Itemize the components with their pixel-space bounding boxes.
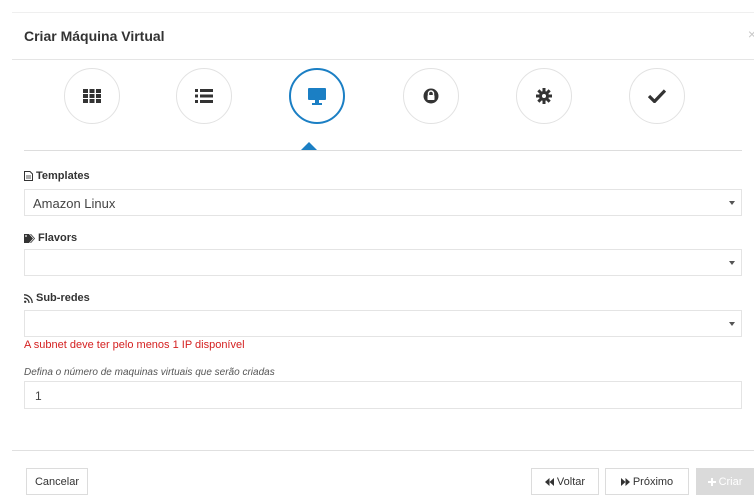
next-button[interactable]: Próximo xyxy=(605,468,689,495)
flavors-label-text: Flavors xyxy=(38,232,78,244)
chevron-down-icon xyxy=(729,261,735,265)
backward-icon xyxy=(544,477,554,486)
next-button-label: Próximo xyxy=(632,475,674,488)
subnets-select[interactable] xyxy=(24,310,742,337)
cancel-button[interactable]: Cancelar xyxy=(26,468,88,495)
monitor-icon xyxy=(308,88,326,105)
step-grid[interactable] xyxy=(64,68,120,124)
chevron-down-icon xyxy=(729,201,735,205)
step-monitor[interactable] xyxy=(289,68,345,124)
modal-title: Criar Máquina Virtual xyxy=(24,28,165,44)
step-settings[interactable] xyxy=(516,68,572,124)
step-lock[interactable] xyxy=(403,68,459,124)
cancel-button-label: Cancelar xyxy=(34,475,80,488)
rss-icon xyxy=(24,293,33,303)
create-button[interactable]: Criar xyxy=(696,468,754,495)
tags-icon xyxy=(24,233,35,243)
active-step-pointer xyxy=(301,142,317,150)
subnets-label: Sub-redes xyxy=(24,292,90,304)
step-confirm[interactable] xyxy=(629,68,685,124)
close-icon[interactable]: × xyxy=(748,26,754,42)
list-icon xyxy=(195,89,213,103)
gear-icon xyxy=(536,88,552,104)
grid-icon xyxy=(83,89,101,103)
subnets-error-message: A subnet deve ter pelo menos 1 IP dispon… xyxy=(24,339,245,351)
chevron-down-icon xyxy=(729,322,735,326)
checkmark-icon xyxy=(648,89,666,103)
flavors-select[interactable] xyxy=(24,249,742,276)
back-button[interactable]: Voltar xyxy=(531,468,599,495)
modal-footer: Cancelar Voltar Próximo Criar xyxy=(12,450,754,497)
plus-icon xyxy=(707,477,716,486)
vm-count-hint: Defina o número de maquinas virtuais que… xyxy=(24,367,275,378)
subnets-label-text: Sub-redes xyxy=(36,292,90,304)
modal-header: Criar Máquina Virtual × xyxy=(12,12,754,60)
templates-label-text: Templates xyxy=(36,170,90,182)
file-icon xyxy=(24,171,33,181)
step-list[interactable] xyxy=(176,68,232,124)
templates-value: Amazon Linux xyxy=(33,196,116,211)
vm-count-value: 1 xyxy=(35,389,42,403)
create-button-label: Criar xyxy=(718,475,743,488)
back-button-label: Voltar xyxy=(556,475,586,488)
forward-icon xyxy=(620,477,630,486)
vm-count-input[interactable]: 1 xyxy=(24,381,742,409)
lock-icon xyxy=(423,88,439,104)
flavors-label: Flavors xyxy=(24,232,77,244)
templates-label: Templates xyxy=(24,170,90,182)
templates-select[interactable]: Amazon Linux xyxy=(24,189,742,216)
wizard-steps xyxy=(0,58,742,138)
steps-divider xyxy=(24,150,742,151)
